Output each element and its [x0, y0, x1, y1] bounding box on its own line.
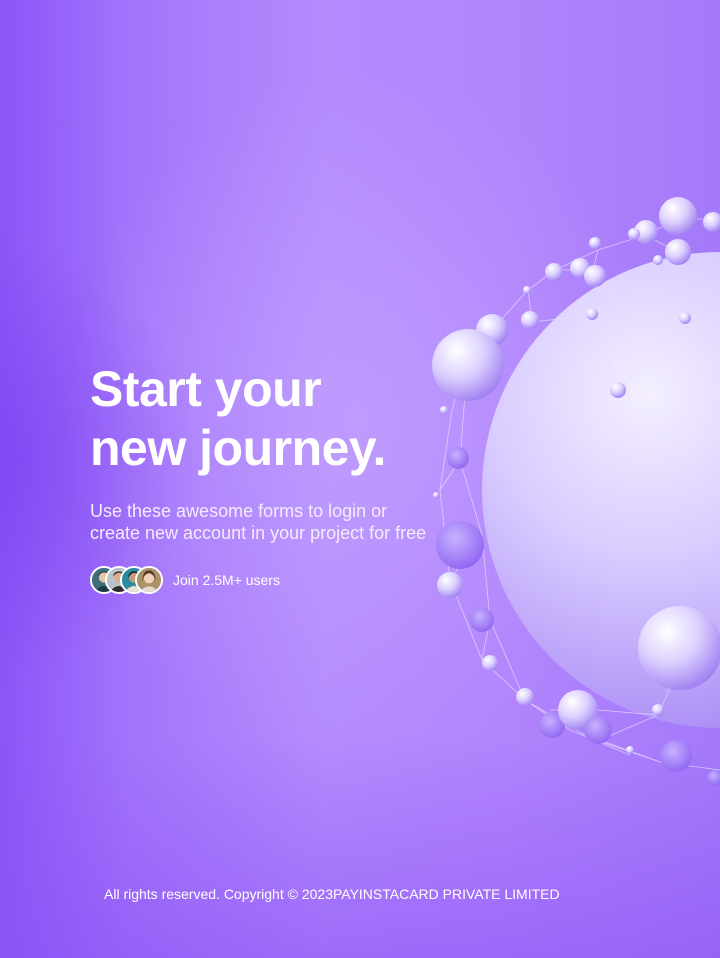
users-join-row: Join 2.5M+ users [90, 566, 490, 594]
large-ball-bottom [638, 606, 720, 690]
avatar-stack [90, 566, 163, 594]
join-users-label: Join 2.5M+ users [173, 572, 280, 588]
hero-section: Start your new journey. Use these awesom… [90, 360, 490, 594]
hero-subtitle-line-1: Use these awesome forms to login or [90, 501, 388, 521]
hero-title-line-1: Start your [90, 361, 322, 417]
footer-copyright: All rights reserved. Copyright © 2023PAY… [104, 886, 560, 902]
user-avatar-icon [137, 568, 161, 592]
avatar [135, 566, 163, 594]
hero-title-line-2: new journey. [90, 420, 386, 476]
hero-subtitle: Use these awesome forms to login or crea… [90, 500, 470, 544]
hero-title: Start your new journey. [90, 360, 490, 478]
hero-subtitle-line-2: create new account in your project for f… [90, 523, 427, 543]
